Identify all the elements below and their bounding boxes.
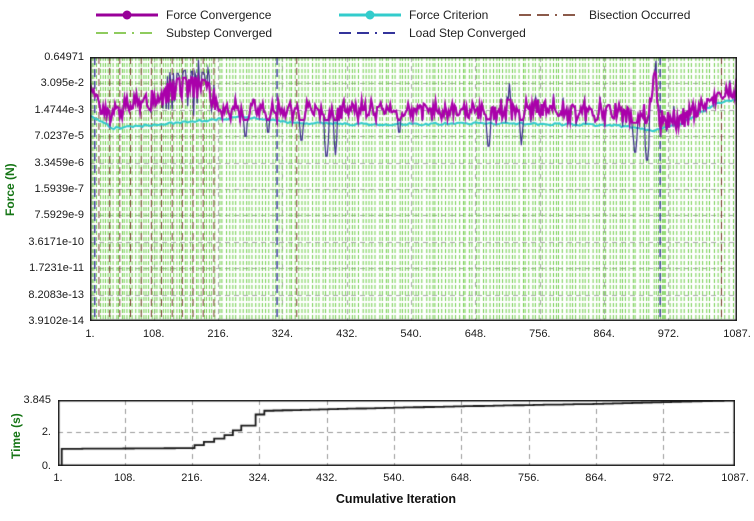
legend-label: Force Convergence (166, 8, 272, 22)
substep-line-icon (96, 32, 158, 34)
time-xtick-label: 648. (450, 472, 472, 484)
time-xtick-label: 324. (248, 472, 271, 484)
force-xtick-label: 324. (271, 328, 294, 340)
bisection-line-icon (519, 14, 581, 16)
force-ytick-label: 7.5929e-9 (34, 209, 84, 222)
force-xtick-label: 756. (529, 328, 551, 340)
force-ytick-label: 8.2083e-13 (28, 288, 84, 301)
time-xtick-label: 1. (53, 472, 63, 484)
legend-label: Substep Converged (166, 26, 273, 40)
x-axis-title: Cumulative Iteration (335, 492, 457, 506)
force-xtick-label: 972. (657, 328, 680, 340)
force-ytick-label: 0.64971 (44, 51, 84, 63)
time-chart-canvas (58, 400, 735, 466)
force-ytick-label: 3.6171e-10 (28, 235, 84, 248)
force-ytick-label: 1.7231e-11 (29, 262, 84, 275)
force-xtick-label: 432. (336, 328, 358, 340)
legend-item-force-criterion: Force Criterion (338, 8, 488, 22)
time-xtick-label: 108. (113, 472, 136, 484)
legend-item-force-convergence: Force Convergence (95, 8, 271, 22)
legend-item-bisection-occurred: Bisection Occurred (518, 8, 690, 22)
force-xtick-label: 216. (207, 328, 229, 340)
force-convergence-line-icon (96, 10, 158, 20)
time-xtick-label: 432. (315, 472, 338, 484)
force-ytick-label: 1.5939e-7 (34, 183, 84, 195)
force-criterion-line-icon (339, 10, 401, 20)
time-xtick-label: 972. (652, 472, 674, 484)
legend-item-load-step-converged: Load Step Converged (338, 26, 526, 40)
time-xtick-label: 540. (383, 472, 405, 484)
time-xtick-label: 756. (517, 472, 540, 484)
force-xtick-label: 1. (85, 328, 95, 340)
solver-convergence-monitor: Force Convergence Force Criterion Bisect… (0, 0, 754, 521)
force-ytick-label: 7.0237e-5 (34, 130, 84, 143)
load-step-line-icon (339, 32, 401, 34)
time-ytick-label: 3.845 (23, 394, 51, 406)
force-xtick-label: 108. (142, 328, 165, 340)
time-xtick-label: 216. (181, 472, 203, 484)
legend-label: Force Criterion (409, 8, 489, 22)
time-xtick-label: 864. (585, 472, 607, 484)
time-xtick-label: 1087. (721, 472, 749, 484)
force-xtick-label: 648. (464, 328, 487, 340)
force-xtick-label: 864. (593, 328, 615, 340)
force-xtick-label: 1087. (723, 328, 751, 340)
force-ytick-label: 3.9102e-14 (28, 315, 84, 327)
time-ytick-label: 2. (41, 425, 51, 438)
force-chart-canvas (90, 57, 737, 321)
force-xtick-label: 540. (400, 328, 422, 340)
force-ytick-label: 3.3459e-6 (34, 156, 84, 169)
legend-item-substep-converged: Substep Converged (95, 26, 272, 40)
force-ytick-label: 1.4744e-3 (34, 103, 84, 116)
time-ytick-label: 0. (41, 460, 51, 472)
legend-label: Load Step Converged (409, 26, 526, 40)
force-ytick-label: 3.095e-2 (40, 77, 84, 90)
legend-label: Bisection Occurred (589, 8, 691, 22)
